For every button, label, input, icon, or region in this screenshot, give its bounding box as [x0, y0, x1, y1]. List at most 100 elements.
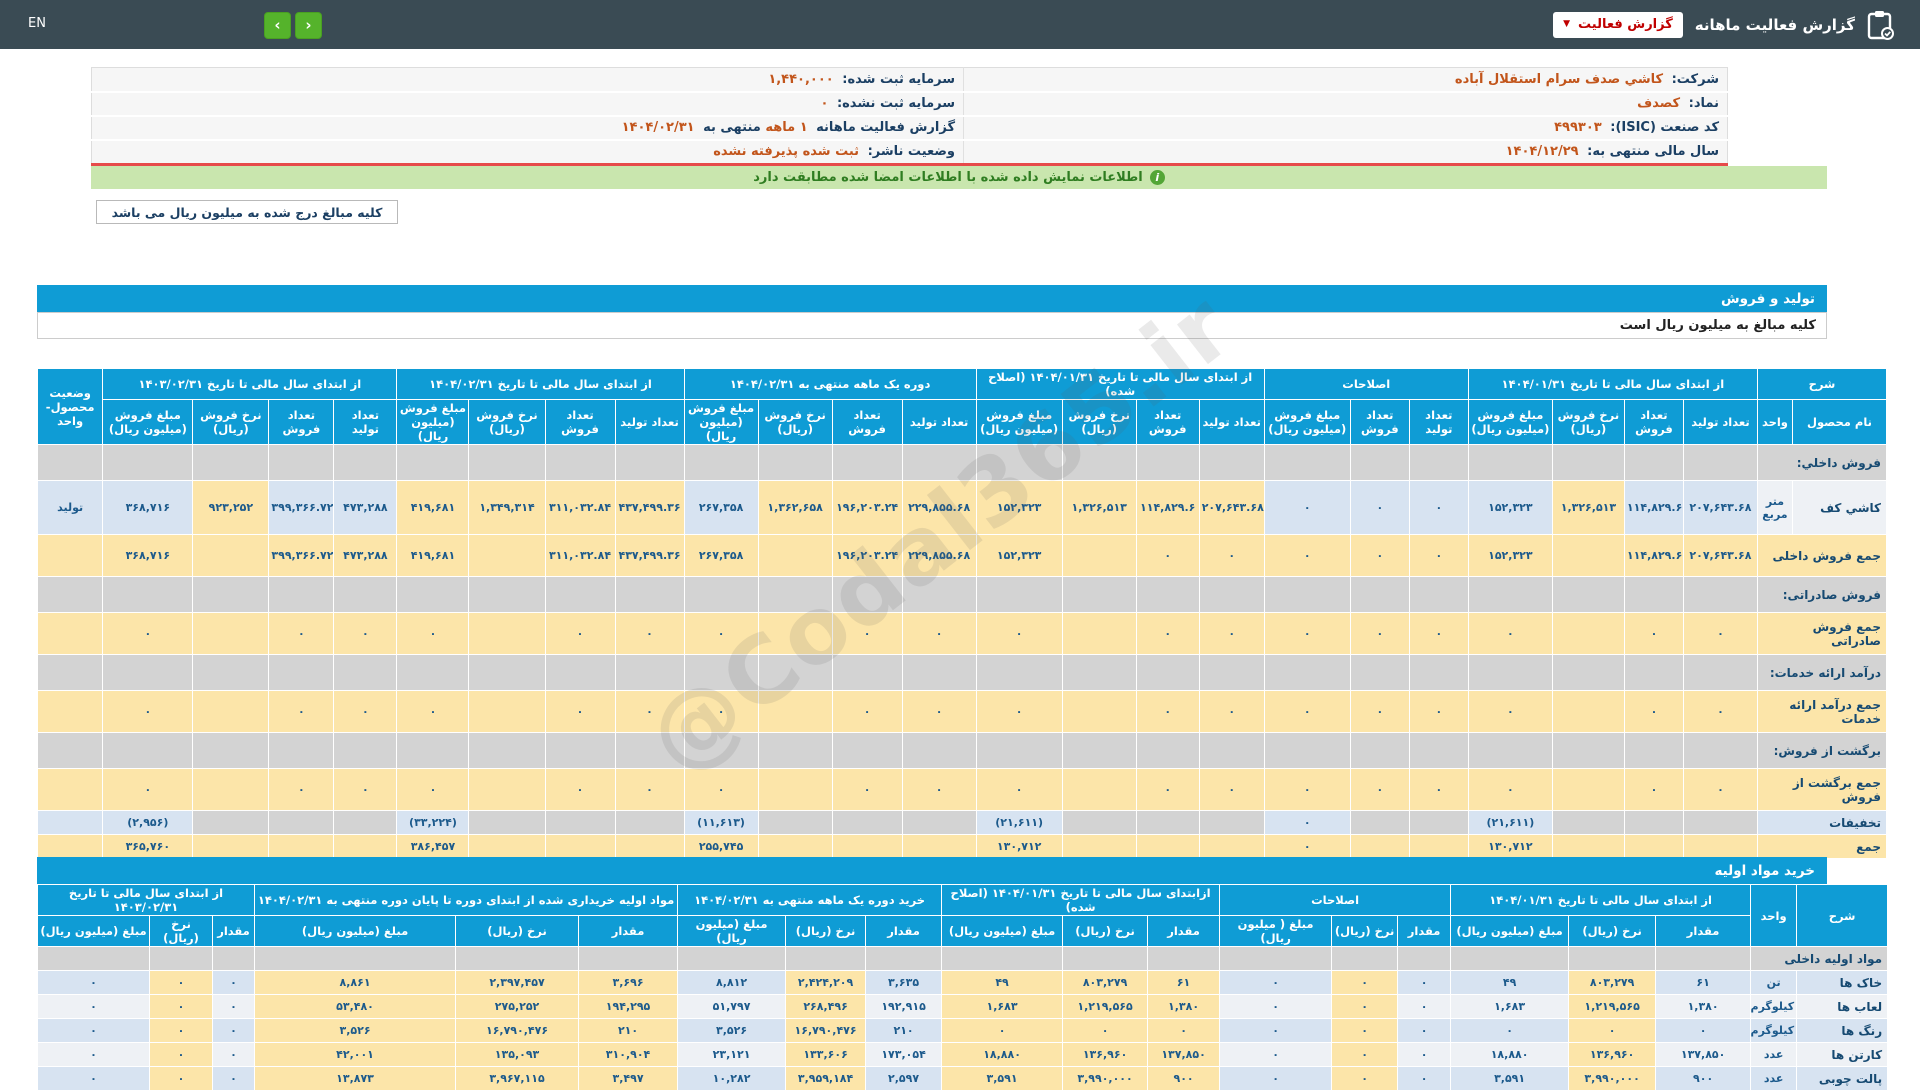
value-cell: ۰	[1398, 1043, 1451, 1067]
value-cell	[193, 535, 269, 577]
table-cell	[1199, 733, 1264, 769]
info-value: ۱ ماهه	[765, 120, 811, 135]
info-value: ۱۴۰۴/۱۲/۲۹	[1506, 144, 1583, 159]
table-cell	[976, 577, 1062, 613]
value-cell: ۱۵۲,۳۲۳	[976, 535, 1062, 577]
value-cell: ۰	[103, 613, 193, 655]
value-cell: ۳۱۰,۹۰۴	[579, 1043, 678, 1067]
table-cell	[1398, 947, 1451, 971]
value-cell: ۹۰۰	[1148, 1067, 1220, 1091]
value-cell	[758, 535, 832, 577]
status-cell	[38, 613, 103, 655]
table-cell	[976, 445, 1062, 481]
value-cell	[758, 769, 832, 811]
value-cell	[1552, 769, 1624, 811]
value-cell: ۰	[103, 769, 193, 811]
report-type-dropdown[interactable]: گزارش فعالیت ▼	[1553, 12, 1683, 38]
table-row: کاشي کفمتر مربع۲۰۷,۶۴۳.۶۸۱۱۴,۸۲۹.۶۱,۳۲۶,…	[38, 481, 1887, 535]
info-value: کصدف	[1637, 96, 1684, 111]
raw-materials-table: شرحواحداز ابتدای سال مالی تا تاریخ ۱۴۰۴/…	[37, 884, 1888, 1091]
value-cell: ۸,۸۶۱	[255, 971, 456, 995]
value-cell: ۰	[1451, 1019, 1569, 1043]
column-header: مواد اولیه خریداری شده از ابتدای دوره تا…	[255, 885, 678, 916]
table-row: جمع فروش صادراتی۰۰۰۰۰۰۰۰۰۰۰۰۰۰۰۰۰۰	[38, 613, 1887, 655]
chevron-down-icon: ▼	[1563, 20, 1570, 29]
value-cell: ۰	[545, 769, 615, 811]
table-cell	[615, 733, 684, 769]
value-cell: ۰	[1264, 691, 1350, 733]
value-cell: ۰	[213, 1043, 255, 1067]
unit-cell: کیلوگرم	[1751, 1019, 1797, 1043]
value-cell: ۰	[334, 613, 397, 655]
row-label: کارتن ها	[1797, 1043, 1888, 1067]
value-cell: ۱۸,۸۸۰	[1451, 1043, 1569, 1067]
table-cell	[1063, 947, 1148, 971]
value-cell: ۴۳۷,۴۹۹.۳۶	[615, 535, 684, 577]
table-row: لعاب هاکیلوگرم۱,۳۸۰۱,۲۱۹,۵۶۵۱,۶۸۳۰۰۰۱,۳۸…	[38, 995, 1888, 1019]
info-label: نماد:	[1689, 96, 1719, 111]
value-cell: ۳۶۸,۷۱۶	[103, 481, 193, 535]
info-cell: سرمایه ثبت نشده: ۰	[92, 92, 964, 116]
table-cell	[469, 655, 545, 691]
column-header: دوره یک ماهه منتهی به ۱۴۰۴/۰۲/۳۱	[684, 369, 976, 400]
info-row: کد صنعت (ISIC): ۴۹۹۳۰۳ گزارش فعالیت ماها…	[92, 116, 1728, 140]
info-label: شرکت:	[1672, 72, 1719, 87]
info-row: سال مالی منتهی به: ۱۴۰۴/۱۲/۲۹ وضعیت ناشر…	[92, 140, 1728, 164]
info-icon: i	[1150, 170, 1165, 185]
column-header: تعداد فروش	[832, 400, 902, 445]
value-cell	[1552, 691, 1624, 733]
info-label: گزارش فعالیت ماهانه	[812, 120, 955, 135]
value-cell: ۰	[213, 1067, 255, 1091]
table-cell	[269, 655, 334, 691]
table-row: تخفیفات(۲۱,۶۱۱)۰(۲۱,۶۱۱)(۱۱,۶۱۳)(۳۳,۲۲۴)…	[38, 811, 1887, 835]
value-cell	[1136, 811, 1199, 835]
value-cell: ۴۹	[942, 971, 1063, 995]
status-cell: تولید	[38, 481, 103, 535]
value-cell: ۱,۳۲۶,۵۱۳	[1552, 481, 1624, 535]
table-row: جمع فروش داخلی۲۰۷,۶۴۳.۶۸۱۱۴,۸۲۹.۶۱۵۲,۳۲۳…	[38, 535, 1887, 577]
value-cell: ۰	[1683, 769, 1757, 811]
table-cell	[1451, 947, 1569, 971]
value-cell: ۰	[38, 1043, 150, 1067]
top-header-bar: گزارش فعالیت ماهانه گزارش فعالیت ▼ ‹ › E…	[0, 0, 1920, 49]
value-cell: ۱۳۰,۷۱۲	[1468, 835, 1552, 859]
language-toggle[interactable]: EN	[28, 16, 46, 31]
section-row: درآمد ارائه خدمات:	[38, 655, 1887, 691]
value-cell: ۰	[1264, 769, 1350, 811]
table-cell	[832, 577, 902, 613]
value-cell: ۰	[1199, 613, 1264, 655]
next-report-button[interactable]: ›	[295, 12, 322, 39]
value-cell: ۰	[1468, 613, 1552, 655]
table-cell	[38, 577, 103, 613]
column-header: تعداد تولید	[334, 400, 397, 445]
table-cell	[1468, 655, 1552, 691]
value-cell: ۴۲,۰۰۱	[255, 1043, 456, 1067]
value-cell: ۰	[1264, 835, 1350, 859]
value-cell: ۰	[1409, 535, 1468, 577]
value-cell	[269, 835, 334, 859]
value-cell: ۴۱۹,۶۸۱	[397, 481, 469, 535]
prev-report-button[interactable]: ‹	[264, 12, 291, 39]
column-header: از ابتدای سال مالی تا تاریخ ۱۴۰۴/۰۱/۳۱ (…	[976, 369, 1264, 400]
column-header: خرید دوره یک ماهه منتهی به ۱۴۰۴/۰۲/۳۱	[678, 885, 942, 916]
value-cell: ۰	[832, 691, 902, 733]
table-cell	[902, 445, 976, 481]
value-cell: ۰	[615, 691, 684, 733]
app-brand: گزارش فعالیت ماهانه گزارش فعالیت ▼	[1553, 0, 1894, 49]
info-cell: کد صنعت (ISIC): ۴۹۹۳۰۳	[964, 116, 1728, 140]
status-cell	[38, 535, 103, 577]
row-label: جمع فروش صادراتی	[1757, 613, 1886, 655]
clipboard-icon	[1867, 10, 1894, 40]
table-cell	[1264, 445, 1350, 481]
table-cell	[456, 947, 579, 971]
table-cell	[684, 655, 758, 691]
table-cell	[193, 577, 269, 613]
column-header: مبلغ (میلیون ریال)	[255, 916, 456, 947]
value-cell	[469, 769, 545, 811]
info-label: منتهی به	[703, 120, 761, 135]
row-label: جمع برگشت از فروش	[1757, 769, 1886, 811]
table-cell	[397, 577, 469, 613]
value-cell: ۲۰۷,۶۴۳.۶۸	[1683, 535, 1757, 577]
value-cell: ۰	[615, 613, 684, 655]
value-cell	[469, 691, 545, 733]
